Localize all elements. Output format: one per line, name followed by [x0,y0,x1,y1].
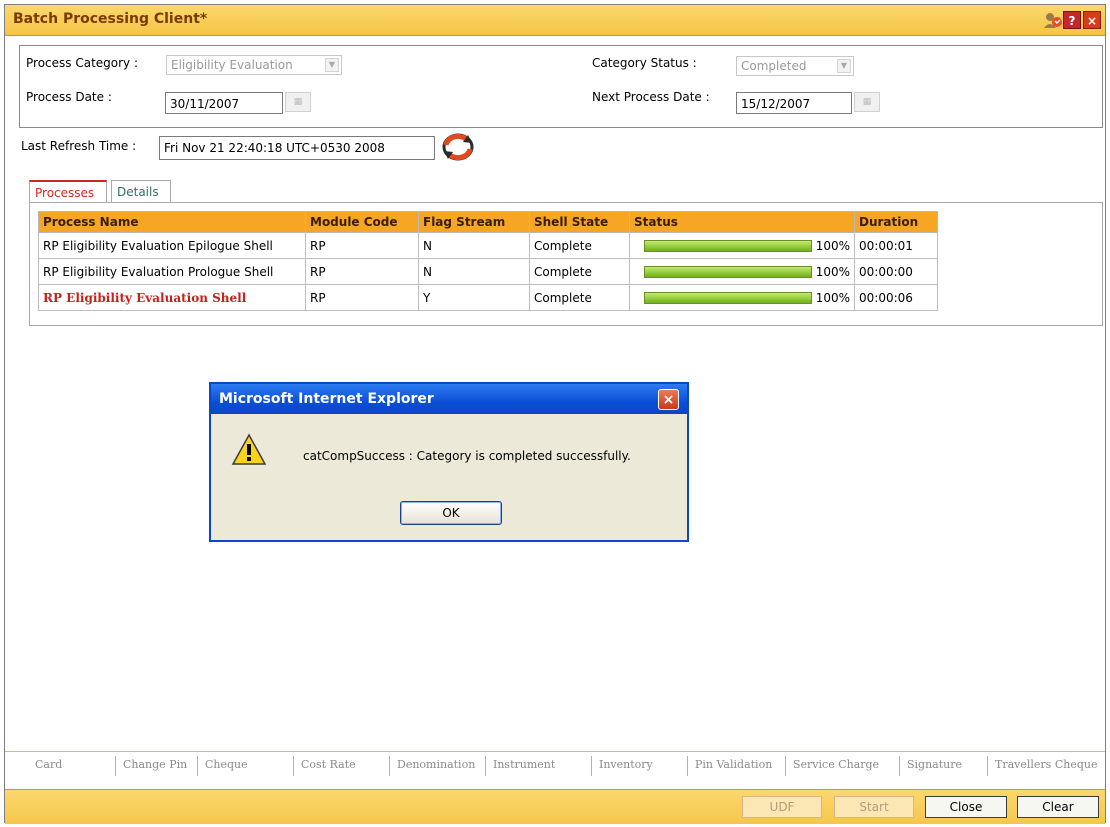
tab-separator [591,756,592,776]
category-status-select[interactable]: Completed ▼ [736,56,854,76]
process-date-label: Process Date : [26,90,112,104]
chevron-down-icon: ▼ [325,58,339,72]
progress-bar-fill [644,267,811,277]
calendar-icon[interactable]: ▦ [854,92,880,112]
module-code-cell: RP [305,284,419,311]
duration-cell: 00:00:01 [854,232,938,259]
process-table: Process Name Module Code Flag Stream She… [38,211,938,311]
start-button[interactable]: Start [834,796,914,818]
duration-cell: 00:00:00 [854,258,938,285]
dialog-message: catCompSuccess : Category is completed s… [303,449,631,463]
tab-separator [197,756,198,776]
progress-bar [643,266,812,278]
last-refresh-field: Fri Nov 21 22:40:18 UTC+0530 2008 [159,136,435,160]
title-bar: Batch Processing Client* ? × [5,5,1105,36]
refresh-icon[interactable] [441,131,475,163]
bottom-tab-card[interactable]: Card [35,758,62,771]
bottom-tab-cost-rate[interactable]: Cost Rate [301,758,356,771]
category-status-value: Completed [741,59,807,73]
warning-icon [231,432,267,468]
shell-state-cell: Complete [529,232,630,259]
tab-processes[interactable]: Processes [29,180,107,202]
dialog-close-icon[interactable]: × [658,389,679,410]
refresh-user-icon[interactable] [1043,11,1062,29]
module-code-cell: RP [305,232,419,259]
bottom-tab-signature[interactable]: Signature [907,758,962,771]
udf-button[interactable]: UDF [742,796,822,818]
chevron-down-icon: ▼ [837,59,851,73]
dialog-title-bar: Microsoft Internet Explorer × [211,384,687,414]
tab-separator [293,756,294,776]
progress-bar [643,240,812,252]
alert-dialog: Microsoft Internet Explorer × catCompSuc… [209,382,689,542]
clear-button[interactable]: Clear [1017,796,1099,818]
progress-bar-fill [644,293,811,303]
progress-bar-fill [644,241,811,251]
table-row[interactable]: RP Eligibility Evaluation Epilogue Shell… [38,232,938,259]
progress-percent: 100% [815,290,850,305]
bottom-tab-inventory[interactable]: Inventory [599,758,653,771]
next-process-date-input[interactable]: 15/12/2007 [736,92,852,114]
process-name-cell: RP Eligibility Evaluation Shell [38,284,306,311]
column-header-duration[interactable]: Duration [854,211,938,233]
tab-separator [389,756,390,776]
tab-separator [987,756,988,776]
progress-percent: 100% [815,238,850,253]
flag-stream-cell: N [418,258,530,285]
tab-details[interactable]: Details [111,180,171,202]
bottom-tab-cheque[interactable]: Cheque [205,758,248,771]
bottom-tab-service-charge[interactable]: Service Charge [793,758,879,771]
table-row[interactable]: RP Eligibility Evaluation Prologue Shell… [38,258,938,285]
processes-panel: Process Name Module Code Flag Stream She… [29,202,1103,326]
process-category-label: Process Category : [26,56,139,70]
status-cell: 100% [629,258,855,285]
tab-separator [485,756,486,776]
column-header-flag-stream[interactable]: Flag Stream [418,211,530,233]
table-row[interactable]: RP Eligibility Evaluation Shell RP Y Comple… [38,284,938,311]
shell-state-cell: Complete [529,258,630,285]
bottom-tab-instrument[interactable]: Instrument [493,758,555,771]
duration-cell: 00:00:06 [854,284,938,311]
process-category-value: Eligibility Evaluation [171,58,293,72]
process-date-input[interactable]: 30/11/2007 [165,92,283,114]
tab-separator [687,756,688,776]
dialog-title: Microsoft Internet Explorer [219,391,434,407]
bottom-tab-bar: Card Change Pin Cheque Cost Rate Denominatio… [5,751,1105,780]
flag-stream-cell: Y [418,284,530,311]
column-header-module-code[interactable]: Module Code [305,211,419,233]
status-cell: 100% [629,232,855,259]
close-button[interactable]: Close [925,796,1007,818]
help-icon[interactable]: ? [1063,11,1081,29]
module-code-cell: RP [305,258,419,285]
tab-separator [115,756,116,776]
button-bar: UDF Start Close Clear [5,789,1105,824]
bottom-tab-travellers-cheque[interactable]: Travellers Cheque [995,758,1097,771]
last-refresh-label: Last Refresh Time : [21,139,137,153]
progress-bar [643,292,812,304]
status-cell: 100% [629,284,855,311]
close-icon[interactable]: × [1083,11,1101,29]
column-header-status[interactable]: Status [629,211,855,233]
next-process-date-label: Next Process Date : [592,90,710,104]
calendar-icon[interactable]: ▦ [285,92,311,112]
shell-state-cell: Complete [529,284,630,311]
process-category-select[interactable]: Eligibility Evaluation ▼ [166,55,342,75]
table-header-row: Process Name Module Code Flag Stream She… [38,211,938,233]
process-name-cell: RP Eligibility Evaluation Epilogue Shell [38,232,306,259]
category-status-label: Category Status : [592,56,697,70]
bottom-tab-change-pin[interactable]: Change Pin [123,758,187,771]
bottom-tab-pin-validation[interactable]: Pin Validation [695,758,772,771]
tab-separator [785,756,786,776]
window-title: Batch Processing Client* [13,11,208,27]
bottom-tab-denomination[interactable]: Denomination [397,758,475,771]
tab-separator [899,756,900,776]
progress-percent: 100% [815,264,850,279]
ok-button[interactable]: OK [400,501,502,525]
process-name-cell: RP Eligibility Evaluation Prologue Shell [38,258,306,285]
column-header-shell-state[interactable]: Shell State [529,211,630,233]
flag-stream-cell: N [418,232,530,259]
filter-panel: Process Category : Eligibility Evaluatio… [19,45,1103,128]
column-header-process-name[interactable]: Process Name [38,211,306,233]
